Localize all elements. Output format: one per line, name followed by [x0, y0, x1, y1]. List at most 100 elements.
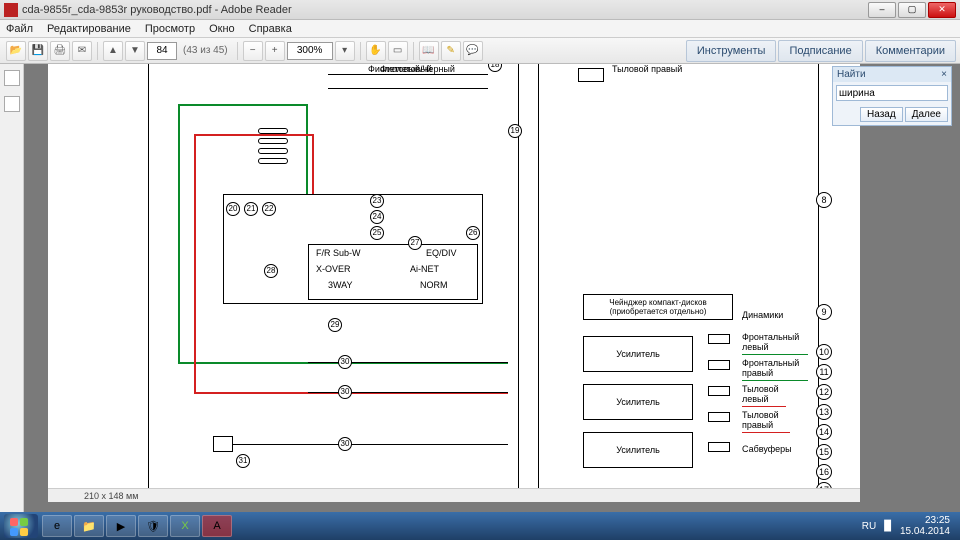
- zoom-level-input[interactable]: 300%: [287, 42, 333, 60]
- maximize-button[interactable]: ▢: [898, 2, 926, 18]
- amp-3: Усилитель: [583, 432, 693, 468]
- content-area: Найти × Назад Далее Фиолетовый/Черный: [0, 64, 960, 512]
- taskbar-app-icon[interactable]: 🛡: [138, 515, 168, 537]
- callout-21: 21: [244, 202, 258, 216]
- taskbar-reader-icon[interactable]: A: [202, 515, 232, 537]
- find-close-icon[interactable]: ×: [941, 69, 947, 80]
- callout-20: 20: [226, 202, 240, 216]
- thumbnails-icon[interactable]: [4, 70, 20, 86]
- label-speakers: Динамики: [742, 310, 783, 320]
- wiring-diagram: Фиолетовый/Черный Фиолетовый Тыловой пра…: [48, 64, 860, 502]
- margin-callout: 10: [816, 344, 832, 360]
- zoom-out-button[interactable]: −: [243, 41, 263, 61]
- label-subwoofers: Сабвуферы: [742, 444, 792, 454]
- callout-30b: 30: [338, 385, 352, 399]
- tools-tab[interactable]: Инструменты: [686, 40, 777, 62]
- open-button[interactable]: 📂: [6, 41, 26, 61]
- margin-callout: 11: [816, 364, 832, 380]
- find-title: Найти: [837, 69, 866, 80]
- callout-26: 26: [466, 226, 480, 240]
- highlight-button[interactable]: ✎: [441, 41, 461, 61]
- attachments-icon[interactable]: [4, 96, 20, 112]
- label-rear-right2: Тыловой правый: [742, 410, 779, 430]
- system-tray[interactable]: RU ▉ 23:25 15.04.2014: [862, 515, 956, 537]
- minimize-button[interactable]: –: [868, 2, 896, 18]
- email-button[interactable]: ✉: [72, 41, 92, 61]
- label-ainet: Ai-NET: [410, 264, 439, 274]
- start-button[interactable]: [4, 514, 38, 538]
- zoom-in-button[interactable]: +: [265, 41, 285, 61]
- amp-1: Усилитель: [583, 336, 693, 372]
- tray-flag-icon[interactable]: ▉: [884, 521, 892, 532]
- margin-callout: 13: [816, 404, 832, 420]
- window-titlebar: cda-9855r_cda-9853r руководство.pdf - Ad…: [0, 0, 960, 20]
- margin-callout: 16: [816, 464, 832, 480]
- callout-30c: 30: [338, 437, 352, 451]
- find-next-button[interactable]: Далее: [905, 107, 948, 122]
- print-button[interactable]: 🖨: [50, 41, 70, 61]
- label-fr-subw: F/R Sub-W: [316, 248, 361, 258]
- ground-block: [213, 436, 233, 452]
- tray-lang[interactable]: RU: [862, 521, 876, 532]
- label-front-right: Фронтальный правый: [742, 358, 799, 378]
- sign-tab[interactable]: Подписание: [778, 40, 862, 62]
- taskbar-excel-icon[interactable]: X: [170, 515, 200, 537]
- callout-25: 25: [370, 226, 384, 240]
- margin-callout: 15: [816, 444, 832, 460]
- label-rear-left: Тыловой левый: [742, 384, 779, 404]
- window-title: cda-9855r_cda-9853r руководство.pdf - Ad…: [22, 4, 868, 16]
- page-number-input[interactable]: 84: [147, 42, 177, 60]
- menu-file[interactable]: Файл: [6, 23, 33, 35]
- hand-tool[interactable]: ✋: [366, 41, 386, 61]
- page-down-button[interactable]: ▼: [125, 41, 145, 61]
- zoom-dropdown[interactable]: ▾: [335, 41, 355, 61]
- label-xover: X-OVER: [316, 264, 351, 274]
- label-norm: NORM: [420, 280, 448, 290]
- tray-time[interactable]: 23:25: [925, 515, 950, 526]
- margin-callout: 12: [816, 384, 832, 400]
- speaker-mini-icon: [708, 360, 730, 370]
- note-button[interactable]: 💬: [463, 41, 483, 61]
- taskbar-explorer-icon[interactable]: 📁: [74, 515, 104, 537]
- speaker-icon: [578, 68, 604, 82]
- page-dimensions-label: 210 x 148 мм: [48, 488, 860, 502]
- margin-callout: 14: [816, 424, 832, 440]
- amp-2: Усилитель: [583, 384, 693, 420]
- page-up-button[interactable]: ▲: [103, 41, 123, 61]
- label-3way: 3WAY: [328, 280, 353, 290]
- find-header: Найти ×: [833, 67, 951, 82]
- menu-view[interactable]: Просмотр: [145, 23, 195, 35]
- find-input[interactable]: [836, 85, 948, 101]
- callout-31: 31: [236, 454, 250, 468]
- speaker-mini-icon: [708, 386, 730, 396]
- find-back-button[interactable]: Назад: [860, 107, 903, 122]
- nav-pane: [0, 64, 24, 512]
- taskbar-ie-icon[interactable]: e: [42, 515, 72, 537]
- menu-edit[interactable]: Редактирование: [47, 23, 131, 35]
- close-button[interactable]: ✕: [928, 2, 956, 18]
- label-rear-right: Тыловой правый: [612, 64, 682, 74]
- callout-28: 28: [264, 264, 278, 278]
- margin-callout: 8: [816, 192, 832, 208]
- speaker-mini-icon: [708, 334, 730, 344]
- page-viewport[interactable]: Найти × Назад Далее Фиолетовый/Черный: [24, 64, 960, 512]
- taskbar-media-icon[interactable]: ▶: [106, 515, 136, 537]
- callout-30a: 30: [338, 355, 352, 369]
- callout-27: 27: [408, 236, 422, 250]
- read-mode-button[interactable]: 📖: [419, 41, 439, 61]
- speaker-mini-icon: [708, 412, 730, 422]
- comments-tab[interactable]: Комментарии: [865, 40, 956, 62]
- find-panel: Найти × Назад Далее: [832, 66, 952, 126]
- callout-19: 19: [508, 124, 522, 138]
- margin-callout: 9: [816, 304, 832, 320]
- tray-date[interactable]: 15.04.2014: [900, 526, 950, 537]
- label-eqdiv: EQ/DIV: [426, 248, 457, 258]
- save-button[interactable]: 💾: [28, 41, 48, 61]
- toolbar: 📂 💾 🖨 ✉ ▲ ▼ 84 (43 из 45) − + 300% ▾ ✋ ▭…: [0, 38, 960, 64]
- menu-help[interactable]: Справка: [249, 23, 292, 35]
- pdf-page: Фиолетовый/Черный Фиолетовый Тыловой пра…: [48, 64, 860, 502]
- select-tool[interactable]: ▭: [388, 41, 408, 61]
- callout-29: 29: [328, 318, 342, 332]
- cd-changer-label: Чейнджер компакт-дисков (приобретается о…: [583, 294, 733, 320]
- menu-window[interactable]: Окно: [209, 23, 235, 35]
